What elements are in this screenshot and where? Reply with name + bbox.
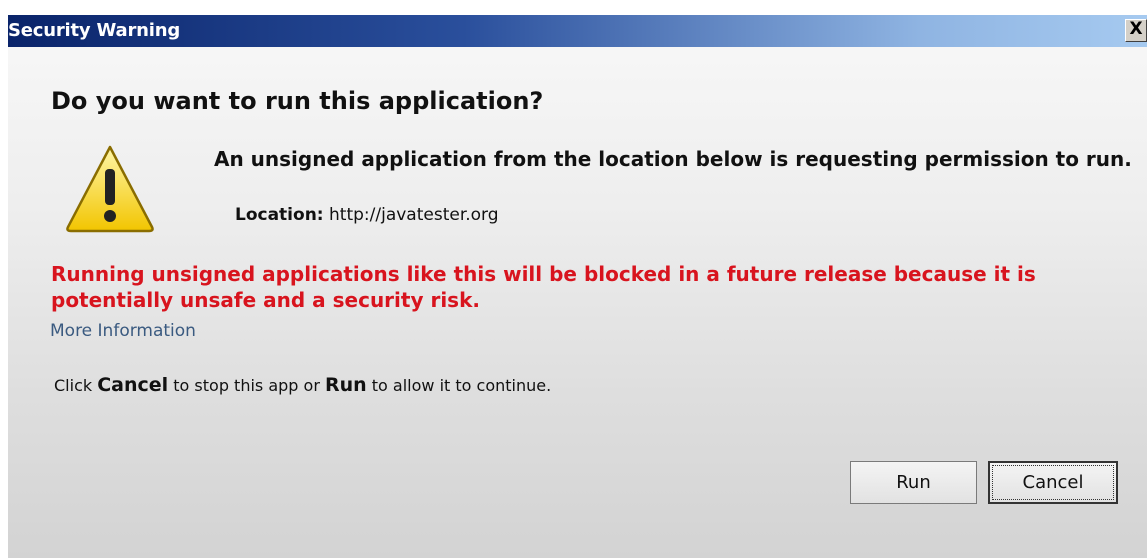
instruction-text: Click Cancel to stop this app or Run to … xyxy=(54,374,551,396)
instruction-click: Click xyxy=(54,376,93,395)
location-label: Location: xyxy=(235,205,324,225)
more-information-link[interactable]: More Information xyxy=(50,321,196,341)
permission-message: An unsigned application from the locatio… xyxy=(214,147,1132,171)
instruction-middle: to stop this app or xyxy=(173,376,320,395)
close-button[interactable]: X xyxy=(1125,19,1147,42)
security-warning-dialog: Security Warning X Do you want to run th… xyxy=(8,15,1147,558)
window-title: Security Warning xyxy=(8,20,181,41)
warning-triangle-icon xyxy=(66,145,154,233)
blocked-warning-text: Running unsigned applications like this … xyxy=(51,262,1036,312)
location-url: http://javatester.org xyxy=(329,205,499,225)
cancel-button-label: Cancel xyxy=(992,465,1114,500)
instruction-cancel-word: Cancel xyxy=(97,374,169,396)
run-button[interactable]: Run xyxy=(850,461,977,504)
title-bar[interactable]: Security Warning X xyxy=(8,15,1147,47)
cancel-button[interactable]: Cancel xyxy=(988,461,1118,504)
instruction-end: to allow it to continue. xyxy=(371,376,552,395)
dialog-headline: Do you want to run this application? xyxy=(51,87,544,115)
instruction-run-word: Run xyxy=(325,374,367,396)
location-row: Location: http://javatester.org xyxy=(235,205,499,225)
